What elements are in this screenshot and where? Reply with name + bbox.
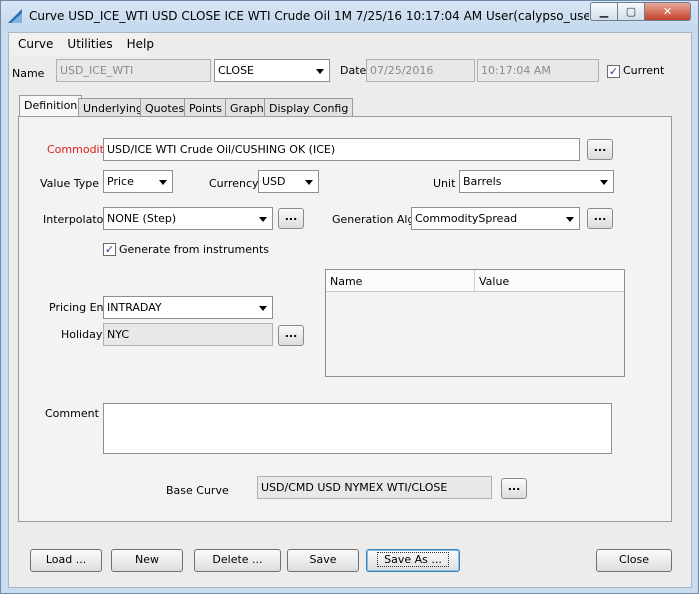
- unit-value: Barrels: [463, 175, 502, 188]
- base-curve-browse-button[interactable]: ...: [501, 478, 527, 499]
- title-bar[interactable]: Curve USD_ICE_WTI USD CLOSE ICE WTI Crud…: [1, 1, 698, 31]
- holidays-label: Holidays: [61, 328, 109, 341]
- close-select-value: CLOSE: [218, 64, 255, 77]
- value-type-select[interactable]: Price: [103, 170, 173, 193]
- unit-label: Unit: [433, 177, 456, 190]
- close-button[interactable]: Close: [596, 549, 672, 572]
- save-as-button-label: Save As ...: [377, 552, 449, 567]
- chevron-down-icon: [316, 69, 324, 74]
- load-button[interactable]: Load ...: [30, 549, 102, 572]
- generation-alg-browse-button[interactable]: ...: [587, 208, 613, 229]
- app-icon: [8, 9, 22, 23]
- current-label: Current: [623, 64, 665, 77]
- maximize-button[interactable]: ▢: [617, 2, 644, 21]
- value-type-label: Value Type: [40, 177, 99, 190]
- name-field[interactable]: USD_ICE_WTI: [56, 59, 211, 82]
- date-field[interactable]: 07/25/2016: [366, 59, 475, 82]
- commodity-field[interactable]: USD/ICE WTI Crude Oil/CUSHING OK (ICE): [103, 138, 580, 161]
- generation-alg-select[interactable]: CommoditySpread: [411, 207, 580, 230]
- generation-alg-value: CommoditySpread: [415, 212, 518, 225]
- generate-from-instruments-label: Generate from instruments: [119, 243, 270, 256]
- current-checkbox[interactable]: ✓: [607, 65, 620, 78]
- pricing-env-value: INTRADAY: [107, 301, 162, 314]
- name-label: Name: [12, 67, 45, 80]
- unit-select[interactable]: Barrels: [459, 170, 614, 193]
- column-header-name[interactable]: Name: [326, 270, 475, 292]
- currency-value: USD: [262, 175, 286, 188]
- chevron-down-icon: [566, 217, 574, 222]
- base-curve-field[interactable]: USD/CMD USD NYMEX WTI/CLOSE: [257, 476, 492, 499]
- curve-window: Curve USD_ICE_WTI USD CLOSE ICE WTI Crud…: [0, 0, 699, 594]
- holidays-browse-button[interactable]: ...: [278, 325, 304, 346]
- chevron-down-icon: [600, 180, 608, 185]
- value-type-value: Price: [107, 175, 134, 188]
- close-select[interactable]: CLOSE: [214, 59, 330, 82]
- chevron-down-icon: [159, 180, 167, 185]
- definition-panel: Commodity USD/ICE WTI Crude Oil/CUSHING …: [18, 116, 672, 522]
- interpolator-label: Interpolator: [43, 213, 108, 226]
- new-button[interactable]: New: [111, 549, 183, 572]
- generation-alg-label: Generation Alg.: [332, 213, 418, 226]
- date-label: Date: [340, 64, 367, 77]
- column-header-value[interactable]: Value: [475, 270, 513, 292]
- chevron-down-icon: [259, 217, 267, 222]
- delete-button[interactable]: Delete ...: [194, 549, 281, 572]
- chevron-down-icon: [259, 306, 267, 311]
- minimize-button[interactable]: ▁: [590, 2, 617, 21]
- client-area: Curve Utilities Help Name USD_ICE_WTI CL…: [8, 32, 692, 588]
- comment-textarea[interactable]: [103, 403, 612, 454]
- commodity-browse-button[interactable]: ...: [587, 139, 613, 160]
- pricing-env-label: Pricing Env: [49, 301, 111, 314]
- generate-from-instruments-checkbox[interactable]: ✓: [103, 243, 116, 256]
- table-header: Name Value: [326, 270, 624, 292]
- window-title: Curve USD_ICE_WTI USD CLOSE ICE WTI Crud…: [29, 9, 589, 23]
- menu-utilities[interactable]: Utilities: [62, 37, 117, 51]
- save-as-button[interactable]: Save As ...: [366, 549, 460, 572]
- time-field[interactable]: 10:17:04 AM: [477, 59, 599, 82]
- interpolator-browse-button[interactable]: ...: [278, 208, 304, 229]
- comment-label: Comment: [45, 407, 99, 420]
- interpolator-value: NONE (Step): [107, 212, 177, 225]
- menu-help[interactable]: Help: [122, 37, 159, 51]
- chevron-down-icon: [305, 180, 313, 185]
- save-button[interactable]: Save: [287, 549, 359, 572]
- menu-curve[interactable]: Curve: [13, 37, 58, 51]
- menu-bar: Curve Utilities Help: [9, 33, 154, 55]
- name-value-table[interactable]: Name Value: [325, 269, 625, 377]
- base-curve-label: Base Curve: [166, 484, 229, 497]
- close-window-button[interactable]: ✕: [644, 2, 691, 21]
- interpolator-select[interactable]: NONE (Step): [103, 207, 273, 230]
- currency-select[interactable]: USD: [258, 170, 319, 193]
- currency-label: Currency: [209, 177, 259, 190]
- commodity-label: Commodity: [47, 143, 111, 156]
- holidays-field[interactable]: NYC: [103, 323, 273, 346]
- pricing-env-select[interactable]: INTRADAY: [103, 296, 273, 319]
